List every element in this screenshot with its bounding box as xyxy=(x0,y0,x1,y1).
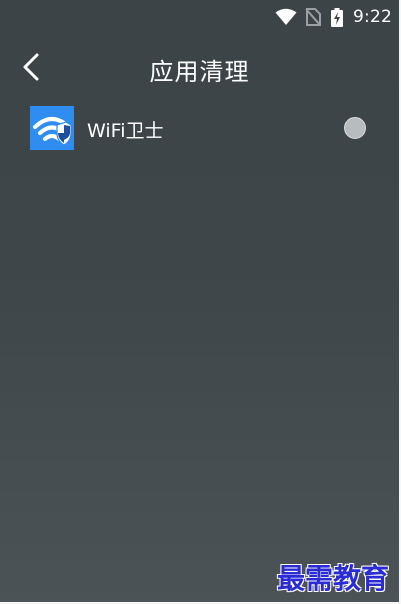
toolbar: 应用清理 xyxy=(0,40,399,92)
no-sim-icon xyxy=(305,8,321,26)
app-list-item[interactable]: WiFi卫士 xyxy=(0,102,399,156)
status-bar: 9:22 xyxy=(0,0,399,36)
wifi-icon xyxy=(275,8,297,25)
page-title: 应用清理 xyxy=(149,58,250,86)
wifi-shield-app-icon xyxy=(30,106,74,150)
select-radio[interactable] xyxy=(344,117,366,139)
status-time: 9:22 xyxy=(353,7,392,27)
app-name: WiFi卫士 xyxy=(87,120,164,142)
watermark-text: 最需教育 xyxy=(277,562,390,595)
battery-charging-icon xyxy=(331,8,343,27)
